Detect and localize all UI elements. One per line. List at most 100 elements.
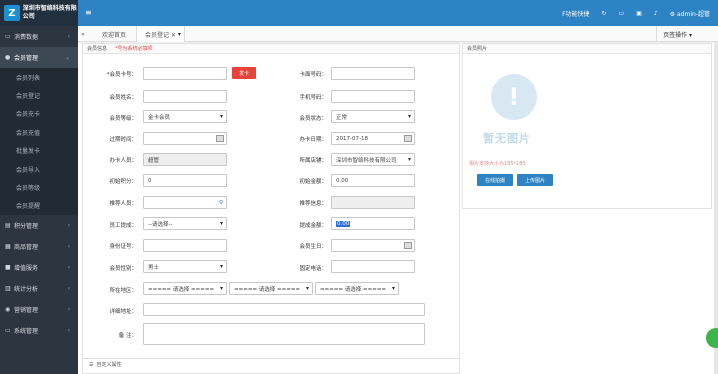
calendar-icon	[216, 135, 224, 142]
staff-select[interactable]: --请选择--	[143, 217, 227, 230]
user-icon: ●	[5, 54, 11, 61]
open-date-label: 办卡日期：	[299, 137, 327, 143]
sidebar-item-label: 营销管理	[14, 307, 39, 315]
phone-label: 手机号码：	[299, 95, 327, 101]
screen-icon[interactable]: ▭	[619, 10, 625, 17]
box-icon: ▦	[5, 243, 11, 251]
referrer-label: 推荐人员：	[109, 201, 137, 207]
sidebar-item-label: 增值服务	[14, 265, 39, 273]
refresh-icon[interactable]: ↻	[602, 10, 607, 17]
city-select[interactable]: ===== 请选择 =====	[229, 282, 313, 295]
phone-input[interactable]	[331, 90, 415, 103]
submenu-item[interactable]: 会员充值	[0, 123, 78, 141]
id-card-input[interactable]	[143, 239, 227, 252]
operator-input: 超管	[143, 153, 227, 166]
level-select[interactable]: 金卡会员	[143, 110, 227, 123]
gender-select[interactable]: 男士	[143, 260, 227, 273]
commission-input[interactable]: 0.00	[331, 217, 415, 230]
online-capture-button[interactable]: 在线拍摄	[477, 174, 513, 186]
submenu-item[interactable]: 会员列表	[0, 68, 78, 86]
sidebar-item-label: 会员管理	[14, 55, 39, 62]
bell-icon[interactable]: ♪	[654, 10, 658, 17]
landline-input[interactable]	[331, 260, 415, 273]
monitor-icon[interactable]: ▣	[636, 10, 642, 17]
monitor-icon: ▭	[5, 327, 11, 335]
submenu-item[interactable]: 会员提醒	[0, 197, 78, 215]
status-label: 会员状态：	[299, 116, 327, 122]
bar-icon: ▥	[5, 285, 11, 293]
sidebar-item-goods[interactable]: ▦ 商品管理 ‹	[0, 236, 78, 257]
upload-image-button[interactable]: 上传图片	[517, 174, 553, 186]
photo-size-hint: 相片支持大小为185*185	[469, 161, 526, 167]
brand-name: 深圳市智络科技有限公司	[22, 5, 77, 20]
brand-logo: Z	[4, 5, 20, 21]
scrollbar[interactable]	[714, 42, 718, 374]
birthday-input[interactable]	[331, 239, 415, 252]
menu-toggle-icon[interactable]: ≡	[85, 8, 92, 17]
tab-back-icon[interactable]: «	[78, 26, 92, 42]
init-amount-label: 初始金额：	[299, 179, 327, 185]
name-input[interactable]	[143, 90, 227, 103]
face-no-input[interactable]	[331, 67, 415, 80]
chart-icon: ▤	[5, 222, 11, 230]
landline-label: 固定电话：	[299, 266, 327, 272]
top-bar: ≡ F功能快捷 ↻ ▭ ▣ ♪ ⚙ admin-超管	[78, 0, 718, 26]
referrer-input[interactable]: ⚲	[143, 196, 227, 209]
sidebar-item-stats[interactable]: ▥ 统计分析 ‹	[0, 278, 78, 299]
face-no-label: 卡面号码：	[299, 72, 327, 78]
open-date-value: 2017-07-18	[336, 135, 368, 142]
district-select[interactable]: ===== 请选择 =====	[315, 282, 399, 295]
sidebar-item-members[interactable]: ● 会员管理 ⌄	[0, 47, 78, 68]
search-icon[interactable]: ⚲	[219, 200, 223, 206]
id-card-label: 身份证号：	[109, 244, 137, 250]
address-input[interactable]	[143, 303, 425, 316]
page-operations-button[interactable]: 页签操作 ▾	[656, 26, 698, 42]
sidebar-item-label: 消费数据	[14, 34, 39, 41]
card-no-input[interactable]	[143, 67, 227, 80]
sidebar-item-points[interactable]: ▤ 积分管理 ‹	[0, 215, 78, 236]
tab-member-register[interactable]: 会员登记 ✕	[136, 26, 185, 42]
sidebar-item-consume[interactable]: ▭ 消费数据 ‹	[0, 26, 78, 47]
province-select[interactable]: ===== 请选择 =====	[143, 282, 227, 295]
init-points-input[interactable]: 0	[143, 174, 227, 187]
referrer-info-input	[331, 196, 415, 209]
region-label: 所在地区：	[109, 288, 137, 294]
photo-panel: 会员照片 ! 暂无图片 相片支持大小为185*185 在线拍摄 上传图片	[462, 43, 712, 209]
submenu-item[interactable]: 会员登记	[0, 86, 78, 104]
tab-bar: « 欢迎首页 会员登记 ✕ 页签操作 ▾	[78, 26, 718, 42]
sidebar-item-marketing[interactable]: ◉ 营销管理 ‹	[0, 299, 78, 320]
sidebar-item-service[interactable]: ■ 增值服务 ‹	[0, 257, 78, 278]
no-image-icon: !	[491, 74, 537, 120]
store-select[interactable]: 深圳市智络科技有限公司	[331, 153, 415, 166]
user-menu[interactable]: ⚙ admin-超管	[670, 9, 710, 18]
sidebar: Z 深圳市智络科技有限公司 ▭ 消费数据 ‹ ● 会员管理 ⌄ 会员列表 会员登记 会员…	[0, 0, 78, 374]
tab-home[interactable]: 欢迎首页	[94, 26, 134, 42]
sidebar-item-label: 积分管理	[14, 223, 39, 231]
username: admin-超管	[677, 11, 710, 18]
submenu-item[interactable]: 会员等级	[0, 178, 78, 196]
custom-attrs-section[interactable]: ☰ 自定义属性	[83, 358, 459, 370]
submenu-item[interactable]: 会员充卡	[0, 105, 78, 123]
remark-textarea[interactable]	[143, 323, 425, 345]
submenu-item[interactable]: 批量发卡	[0, 142, 78, 160]
commission-label: 提成金额：	[299, 223, 327, 229]
card-no-label: *会员卡号：	[106, 72, 137, 78]
commission-value: 0.00	[336, 220, 351, 227]
member-info-panel: 会员信息 *号为系统必填项 *会员卡号： 发卡 卡面号码： 会员姓名： 手机号码：…	[82, 43, 460, 374]
init-amount-input[interactable]: 0.00	[331, 174, 415, 187]
shortcut-link[interactable]: F功能快捷	[562, 9, 589, 18]
calendar-icon	[404, 135, 412, 142]
submenu-item[interactable]: 会员导入	[0, 160, 78, 178]
issue-card-button[interactable]: 发卡	[232, 67, 256, 79]
open-date-input[interactable]: 2017-07-18	[331, 132, 415, 145]
sidebar-item-system[interactable]: ▭ 系统管理 ‹	[0, 320, 78, 341]
required-hint: *号为系统必填项	[115, 46, 153, 52]
member-submenu: 会员列表 会员登记 会员充卡 会员充值 批量发卡 会员导入 会员等级 会员提醒	[0, 68, 78, 216]
birthday-label: 会员生日：	[299, 244, 327, 250]
status-select[interactable]: 正常	[331, 110, 415, 123]
member-info-title: 会员信息	[87, 46, 108, 52]
sidebar-item-label: 统计分析	[14, 286, 39, 294]
address-label: 详细地址：	[109, 309, 137, 315]
expire-date-input[interactable]	[143, 132, 227, 145]
no-image-text: 暂无图片	[483, 132, 531, 145]
